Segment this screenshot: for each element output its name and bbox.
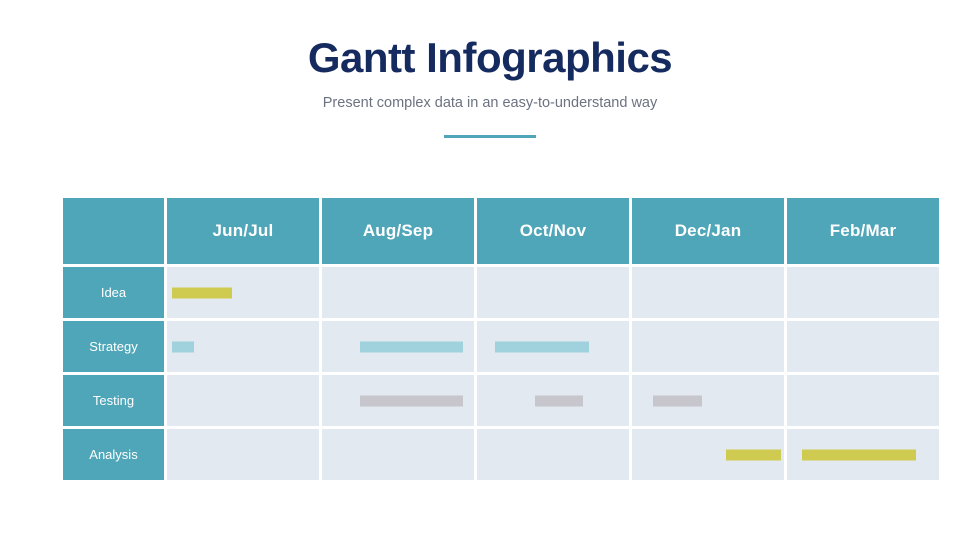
gantt-cell-idea-aug-sep[interactable] — [322, 267, 474, 318]
gantt-cell-analysis-jun-jul[interactable] — [167, 429, 319, 480]
page-title: Gantt Infographics — [307, 34, 673, 81]
gantt-bar-analysis-dec-jan[interactable] — [726, 449, 781, 460]
gantt-cell-testing-feb-mar[interactable] — [787, 375, 939, 426]
gantt-cell-strategy-oct-nov[interactable] — [477, 321, 629, 372]
gantt-cell-strategy-aug-sep[interactable] — [322, 321, 474, 372]
gantt-cell-analysis-aug-sep[interactable] — [322, 429, 474, 480]
column-header-dec-jan: Dec/Jan — [632, 198, 784, 264]
gantt-corner-cell — [63, 198, 164, 264]
column-header-jun-jul: Jun/Jul — [167, 198, 319, 264]
page-subtitle: Present complex data in an easy-to-under… — [322, 95, 658, 112]
slide-header: Gantt Infographics Present complex data … — [0, 0, 980, 139]
gantt-cell-testing-aug-sep[interactable] — [322, 375, 474, 426]
gantt-bar-testing-oct-nov[interactable] — [534, 395, 584, 406]
row-label-analysis: Analysis — [63, 429, 164, 480]
gantt-bar-strategy-oct-nov[interactable] — [495, 341, 590, 352]
column-header-oct-nov: Oct/Nov — [477, 198, 629, 264]
gantt-cell-strategy-jun-jul[interactable] — [167, 321, 319, 372]
gantt-cell-analysis-feb-mar[interactable] — [787, 429, 939, 480]
gantt-table-head: Jun/Jul Aug/Sep Oct/Nov Dec/Jan Feb/Mar — [63, 198, 939, 264]
gantt-cell-testing-jun-jul[interactable] — [167, 375, 319, 426]
column-header-feb-mar: Feb/Mar — [787, 198, 939, 264]
gantt-cell-strategy-feb-mar[interactable] — [787, 321, 939, 372]
gantt-table: Jun/Jul Aug/Sep Oct/Nov Dec/Jan Feb/Mar … — [60, 195, 942, 483]
gantt-cell-idea-oct-nov[interactable] — [477, 267, 629, 318]
gantt-row: Strategy — [63, 321, 939, 372]
gantt-bar-analysis-feb-mar[interactable] — [802, 449, 917, 460]
gantt-bar-strategy-aug-sep[interactable] — [360, 341, 464, 352]
gantt-bar-testing-dec-jan[interactable] — [653, 395, 702, 406]
gantt-table-body: Idea Strategy Testing Analysis — [63, 267, 939, 480]
row-label-idea: Idea — [63, 267, 164, 318]
gantt-cell-strategy-dec-jan[interactable] — [632, 321, 784, 372]
gantt-bar-testing-aug-sep[interactable] — [360, 395, 464, 406]
gantt-bar-idea-jun-jul[interactable] — [171, 287, 233, 298]
gantt-cell-idea-jun-jul[interactable] — [167, 267, 319, 318]
title-accent-rule — [444, 135, 536, 139]
gantt-cell-analysis-oct-nov[interactable] — [477, 429, 629, 480]
gantt-header-row: Jun/Jul Aug/Sep Oct/Nov Dec/Jan Feb/Mar — [63, 198, 939, 264]
gantt-cell-testing-oct-nov[interactable] — [477, 375, 629, 426]
gantt-cell-testing-dec-jan[interactable] — [632, 375, 784, 426]
gantt-bar-strategy-jun-jul[interactable] — [171, 341, 195, 352]
gantt-cell-idea-dec-jan[interactable] — [632, 267, 784, 318]
row-label-strategy: Strategy — [63, 321, 164, 372]
gantt-cell-idea-feb-mar[interactable] — [787, 267, 939, 318]
gantt-row: Testing — [63, 375, 939, 426]
gantt-row: Analysis — [63, 429, 939, 480]
row-label-testing: Testing — [63, 375, 164, 426]
gantt-chart: Jun/Jul Aug/Sep Oct/Nov Dec/Jan Feb/Mar … — [60, 195, 939, 483]
column-header-aug-sep: Aug/Sep — [322, 198, 474, 264]
slide-canvas: Gantt Infographics Present complex data … — [0, 0, 980, 551]
gantt-row: Idea — [63, 267, 939, 318]
gantt-cell-analysis-dec-jan[interactable] — [632, 429, 784, 480]
